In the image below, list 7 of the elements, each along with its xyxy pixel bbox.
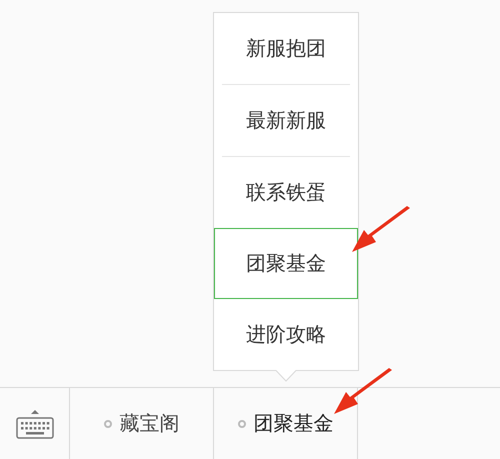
menu-item[interactable]: 联系铁蛋 — [214, 157, 358, 228]
keyboard-icon[interactable] — [14, 408, 54, 438]
menu-item[interactable]: 新服抱团 — [214, 13, 358, 84]
menu-item[interactable]: 进阶攻略 — [214, 299, 358, 370]
menu-item[interactable]: 最新新服 — [214, 85, 358, 156]
menu-item[interactable]: 团聚基金 — [214, 228, 358, 299]
menu-tab[interactable]: 藏宝阁 — [70, 388, 214, 459]
